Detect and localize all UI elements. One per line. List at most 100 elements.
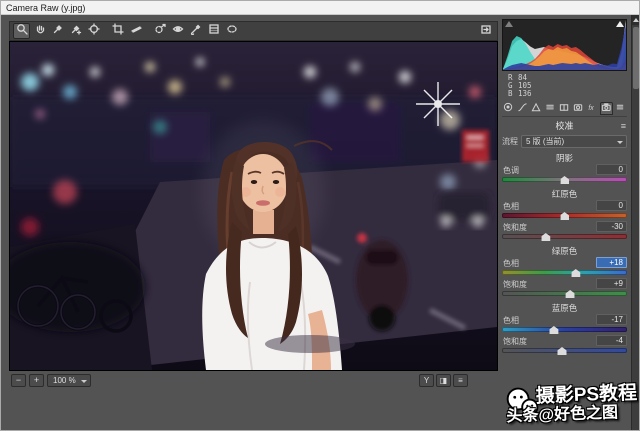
adjustment-brush-tool[interactable] [187, 23, 204, 39]
before-after-toggle[interactable]: Y [419, 374, 434, 387]
zoom-out-button[interactable]: − [11, 374, 26, 387]
shadows-tint-value[interactable]: 0 [596, 164, 627, 175]
blue-saturation-label: 饱和度 [503, 336, 527, 347]
red-hue-value[interactable]: 0 [596, 200, 627, 211]
aperture-icon [503, 100, 514, 118]
green-hue-value[interactable]: +18 [596, 257, 627, 268]
histogram-plot [503, 20, 626, 70]
toggle-fullscreen[interactable] [477, 23, 494, 39]
blue-hue-value[interactable]: -17 [596, 314, 627, 325]
scrollbar-thumb[interactable] [633, 27, 639, 89]
fullscreen-icon [480, 22, 492, 40]
graduated-filter-tool[interactable] [205, 23, 222, 39]
radial-icon [226, 22, 238, 40]
sharpen-icon [531, 100, 542, 118]
zoom-level-select[interactable]: 100 % [47, 374, 91, 387]
zoom-level-value: 100 % [53, 376, 76, 385]
eyedropper-icon [52, 22, 64, 40]
section-header-blue-primary: 蓝原色 [502, 303, 627, 313]
view-toggle-group: Y◨≡ [419, 374, 468, 387]
red-saturation-track[interactable] [502, 234, 627, 239]
crop-tool[interactable] [109, 23, 126, 39]
green-saturation-track[interactable] [502, 291, 627, 296]
red-saturation-row: 饱和度-30 [502, 221, 627, 232]
brush-icon [190, 22, 202, 40]
scroll-up-arrow[interactable] [632, 15, 640, 25]
sampler-icon [70, 22, 82, 40]
svg-text:fx: fx [588, 104, 594, 111]
red-eye-tool[interactable] [169, 23, 186, 39]
red-hue-slider[interactable] [502, 212, 627, 220]
tab-lens-corrections[interactable] [572, 102, 585, 115]
tab-hsl-grayscale[interactable] [544, 102, 557, 115]
shadow-clipping-indicator[interactable] [505, 21, 513, 27]
green-hue-track[interactable] [502, 270, 627, 275]
red-saturation-value[interactable]: -30 [596, 221, 627, 232]
split-view-toggle[interactable]: ◨ [436, 374, 451, 387]
color-sampler-tool[interactable] [67, 23, 84, 39]
app-body: − + 100 % Y◨≡ R84 G105 B136 fx 校准 ≡ [1, 15, 639, 430]
green-saturation-slider[interactable] [502, 290, 627, 298]
tab-camera-calibration[interactable] [600, 102, 613, 115]
blue-hue-row: 色相-17 [502, 314, 627, 325]
white-balance-tool[interactable] [49, 23, 66, 39]
process-version-value: 5 版 (当前) [526, 137, 564, 146]
curve-icon [517, 100, 528, 118]
tab-split-toning[interactable] [558, 102, 571, 115]
tab-basic[interactable] [502, 102, 515, 115]
crop-icon [112, 22, 124, 40]
vertical-scrollbar[interactable] [631, 15, 639, 430]
blue-saturation-value[interactable]: -4 [596, 335, 627, 346]
left-column: − + 100 % Y◨≡ [1, 15, 498, 430]
blue-hue-track[interactable] [502, 327, 627, 332]
tab-tone-curve[interactable] [516, 102, 529, 115]
panel-menu-icon[interactable]: ≡ [621, 121, 626, 131]
redeye-icon [172, 22, 184, 40]
shadows-tint-row: 色调0 [502, 164, 627, 175]
hand-icon [34, 22, 46, 40]
highlight-clipping-indicator[interactable] [616, 21, 624, 27]
blue-saturation-slider[interactable] [502, 347, 627, 355]
tab-effects[interactable]: fx [586, 102, 599, 115]
rgb-blue: B136 [508, 90, 627, 98]
targeted-adjustment-tool[interactable] [85, 23, 102, 39]
straighten-tool[interactable] [127, 23, 144, 39]
green-saturation-row: 饱和度+9 [502, 278, 627, 289]
shadows-tint-slider[interactable] [502, 176, 627, 184]
camera-icon [601, 100, 612, 118]
green-hue-slider[interactable] [502, 269, 627, 277]
panel-title: 校准 ≡ [502, 120, 627, 132]
toolbar [9, 21, 498, 41]
red-hue-label: 色相 [503, 201, 519, 212]
magnifier-icon [16, 22, 28, 40]
hand-tool[interactable] [31, 23, 48, 39]
preview-statusbar: − + 100 % Y◨≡ [9, 371, 498, 389]
tab-detail[interactable] [530, 102, 543, 115]
hsl-icon [545, 100, 556, 118]
zoom-tool[interactable] [13, 23, 30, 39]
blue-saturation-row: 饱和度 -4 [502, 335, 627, 346]
green-hue-label: 色相 [503, 258, 519, 269]
gradfilter-icon [208, 22, 220, 40]
triangle-up-icon [633, 18, 639, 22]
preview-canvas[interactable] [9, 41, 498, 371]
radial-filter-tool[interactable] [223, 23, 240, 39]
process-label: 流程 [502, 136, 518, 147]
panel-tabs: fx [502, 102, 627, 117]
camera-raw-window: Camera Raw (y.jpg) [0, 0, 640, 431]
process-version-dropdown[interactable]: 5 版 (当前) [521, 135, 627, 148]
red-saturation-slider[interactable] [502, 233, 627, 241]
blue-hue-slider[interactable] [502, 326, 627, 334]
green-saturation-value[interactable]: +9 [596, 278, 627, 289]
process-row: 流程 5 版 (当前) [502, 135, 627, 148]
tab-presets[interactable] [614, 102, 627, 115]
window-title: Camera Raw (y.jpg) [1, 1, 639, 15]
chevron-down-icon [617, 141, 623, 144]
section-header-red-primary: 红原色 [502, 189, 627, 199]
spot-removal-tool[interactable] [151, 23, 168, 39]
histogram[interactable] [502, 19, 627, 71]
view-menu[interactable]: ≡ [453, 374, 468, 387]
fx-icon: fx [587, 100, 598, 118]
right-panel: R84 G105 B136 fx 校准 ≡ 流程 5 版 (当前) 阴影色调0红… [498, 15, 631, 430]
zoom-in-button[interactable]: + [29, 374, 44, 387]
